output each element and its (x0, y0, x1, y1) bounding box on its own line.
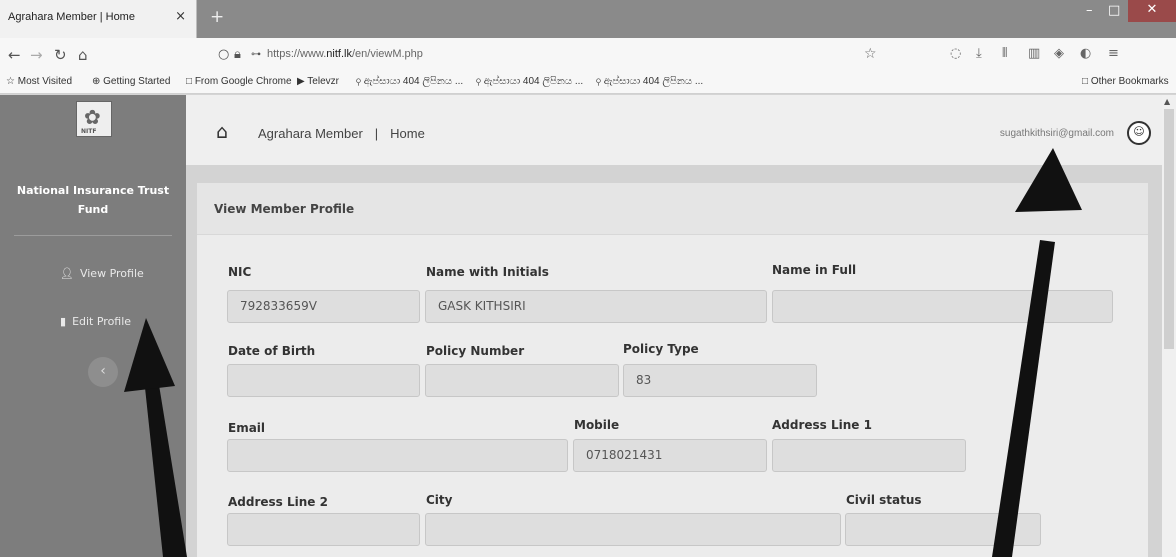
name-initials-label: Name with Initials (426, 265, 549, 279)
bookmark-item[interactable]: ⚲ ඇප්සායා 404 ලිපිනය ... (476, 76, 583, 87)
bookmark-from-chrome[interactable]: □ From Google Chrome (186, 76, 292, 87)
flower-icon: ✿ (84, 105, 101, 129)
forward-icon[interactable]: → (30, 46, 43, 64)
sidebar: ✿ NITF National Insurance Trust Fund 👤︎ V… (0, 95, 186, 557)
sidebar-item-edit-profile[interactable]: ▮ Edit Profile (60, 315, 131, 328)
email-field[interactable] (227, 439, 568, 472)
bookmark-most-visited[interactable]: ☆ Most Visited (6, 76, 72, 87)
avatar[interactable]: ☺ (1127, 121, 1151, 145)
addon-icon[interactable]: ◐ (1080, 46, 1091, 61)
name-full-field[interactable] (772, 290, 1113, 323)
page-scrollbar[interactable]: ▲ (1162, 95, 1176, 557)
address1-label: Address Line 1 (772, 418, 872, 432)
sidebar-divider (14, 235, 172, 236)
main-content: ⌂ Agrahara Member | Home sugathkithsiri@gm… (186, 95, 1162, 557)
policy-number-label: Policy Number (426, 344, 525, 358)
bookmark-star-icon[interactable]: ☆ (864, 46, 877, 62)
sidebar-item-label: Edit Profile (72, 315, 132, 328)
window-close-icon[interactable]: ✕ (1128, 0, 1176, 22)
mobile-field[interactable]: 0718021431 (573, 439, 767, 472)
pocket-icon[interactable]: ◌ (950, 46, 961, 61)
city-field[interactable] (425, 513, 841, 546)
breadcrumb-app: Agrahara Member (258, 126, 363, 141)
address1-field[interactable] (772, 439, 966, 472)
civil-status-field[interactable] (845, 513, 1041, 546)
browser-tab[interactable]: Agrahara Member | Home × (0, 0, 197, 38)
tab-close-icon[interactable]: × (175, 9, 186, 24)
window-maximize-icon[interactable]: □ (1108, 3, 1120, 18)
url-field[interactable]: https://www.nitf.lk/en/viewM.php (267, 48, 423, 60)
nic-label: NIC (228, 265, 252, 279)
page-title: View Member Profile (214, 202, 355, 216)
name-full-label: Name in Full (772, 263, 857, 277)
email-label: Email (228, 421, 266, 435)
address2-label: Address Line 2 (228, 495, 328, 509)
org-name-line2: Fund (77, 203, 109, 216)
nic-field[interactable]: 792833659V (227, 290, 420, 323)
org-name: National Insurance Trust Fund (0, 181, 186, 219)
bookmark-item[interactable]: ⚲ ඇප්සායා 404 ලිපිනය ... (356, 76, 463, 87)
address2-field[interactable] (227, 513, 420, 546)
org-name-line1: National Insurance Trust (16, 184, 170, 197)
reload-icon[interactable]: ↻ (54, 46, 67, 64)
sidebar-item-view-profile[interactable]: 👤︎ View Profile (60, 267, 144, 280)
bookmark-televzr[interactable]: ▶ Televzr (297, 76, 339, 87)
bookmark-item[interactable]: ⚲ ඇප්සායා 404 ලිපිනය ... (596, 76, 703, 87)
user-icon: 👤︎ (60, 267, 74, 280)
policy-type-label: Policy Type (623, 342, 699, 356)
city-label: City (426, 493, 453, 507)
browser-nav-bar: ← → ↻ ⌂ ○ 🔒︎ ⊶ https://www.nitf.lk/en/vi… (0, 38, 1176, 72)
breadcrumb: Agrahara Member | Home (258, 126, 425, 141)
shield-icon[interactable]: ○ (218, 47, 229, 62)
mobile-label: Mobile (574, 418, 620, 432)
download-icon[interactable]: ⤓ (976, 46, 982, 61)
key-icon[interactable]: ⊶ (251, 49, 261, 60)
card-header: View Member Profile (197, 183, 1148, 235)
scroll-up-icon[interactable]: ▲ (1164, 97, 1170, 106)
new-tab-button[interactable]: + (210, 7, 224, 27)
name-initials-field[interactable]: GASK KITHSIRI (425, 290, 767, 323)
bookmark-other[interactable]: □ Other Bookmarks (1082, 76, 1169, 87)
civil-status-label: Civil status (846, 493, 922, 507)
sidebar-toggle-icon[interactable]: ▥ (1028, 46, 1040, 61)
page-header: ⌂ Agrahara Member | Home sugathkithsiri@gm… (186, 95, 1162, 165)
policy-type-field[interactable]: 83 (623, 364, 817, 397)
tab-title: Agrahara Member | Home (8, 11, 135, 23)
nitf-logo: ✿ NITF (76, 101, 112, 137)
dob-field[interactable] (227, 364, 420, 397)
browser-tab-bar: Agrahara Member | Home × + – □ ✕ (0, 0, 1176, 38)
document-icon: ▮ (60, 315, 67, 328)
policy-number-field[interactable] (425, 364, 619, 397)
breadcrumb-separator: | (374, 126, 379, 141)
user-email[interactable]: sugathkithsiri@gmail.com (1000, 128, 1114, 139)
bookmarks-bar: ☆ Most Visited ⊕ Getting Started □ From … (0, 72, 1176, 94)
sidebar-item-label: View Profile (79, 267, 144, 280)
profile-card: View Member Profile NIC Name with Initia… (197, 183, 1148, 557)
menu-icon[interactable]: ≡ (1108, 46, 1119, 61)
sidebar-collapse-button[interactable]: ‹ (88, 357, 118, 387)
window-minimize-icon[interactable]: – (1086, 3, 1093, 18)
back-icon[interactable]: ← (8, 46, 21, 64)
lock-icon[interactable]: 🔒︎ (234, 47, 241, 62)
bookmark-getting-started[interactable]: ⊕ Getting Started (92, 76, 170, 87)
library-icon[interactable]: ⫴ (1002, 46, 1007, 61)
scrollbar-thumb[interactable] (1164, 109, 1174, 349)
dob-label: Date of Birth (228, 344, 316, 358)
breadcrumb-page: Home (390, 126, 425, 141)
home-icon[interactable]: ⌂ (216, 121, 228, 143)
extension-icon[interactable]: ◈ (1054, 46, 1064, 61)
home-icon[interactable]: ⌂ (78, 46, 88, 64)
logo-lettering: NITF (81, 128, 97, 135)
